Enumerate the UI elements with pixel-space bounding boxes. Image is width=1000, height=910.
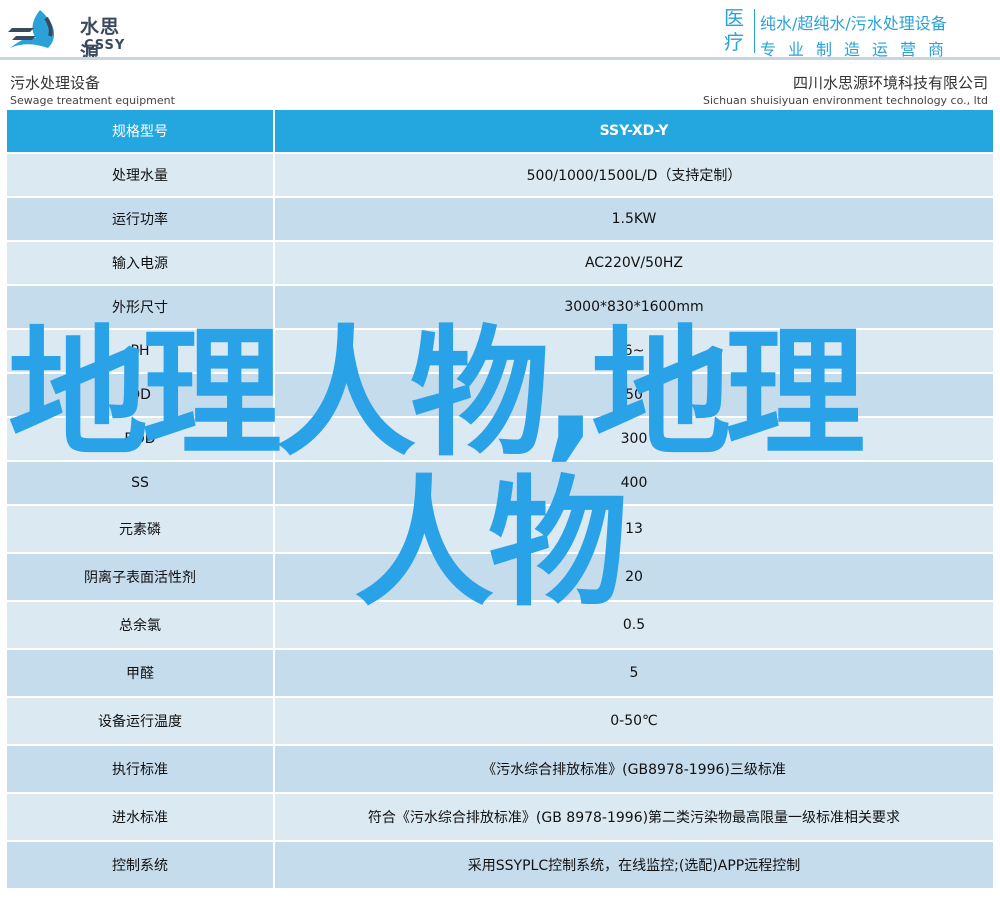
table-row: 阴离子表面活性剂 20 (7, 554, 993, 602)
table-row: 执行标准 《污水综合排放标准》(GB8978-1996)三级标准 (7, 746, 993, 794)
table-row: 进水标准 符合《污水综合排放标准》(GB 8978-1996)第二类污染物最高限量… (7, 794, 993, 842)
spec-label: 运行功率 (7, 198, 275, 242)
table-row: SS 400 (7, 462, 993, 506)
title-bar: 污水处理设备 Sewage treatment equipment 四川水思源环… (0, 60, 1000, 110)
spec-value: AC220V/50HZ (275, 242, 993, 286)
spec-label: 规格型号 (7, 110, 275, 154)
tagline-divider (754, 9, 755, 53)
table-header-row: 规格型号 SSY-XD-Y (7, 110, 993, 154)
spec-value: 符合《污水综合排放标准》(GB 8978-1996)第二类污染物最高限量一级标准… (275, 794, 993, 842)
spec-value: 1.5KW (275, 198, 993, 242)
category-title-cn: 污水处理设备 (10, 74, 101, 92)
spec-value: 13 (275, 506, 993, 554)
company-name-en: Sichuan shuisiyuan environment technolog… (702, 94, 988, 107)
category-title-en: Sewage treatment equipment (10, 94, 175, 107)
spec-value: 《污水综合排放标准》(GB8978-1996)三级标准 (275, 746, 993, 794)
spec-label: SS (7, 462, 275, 506)
table-row: 输入电源 AC220V/50HZ (7, 242, 993, 286)
spec-value: 50 (275, 374, 993, 418)
spec-value: 采用SSYPLC控制系统，在线监控;(选配)APP远程控制 (275, 842, 993, 890)
table-row: 运行功率 1.5KW (7, 198, 993, 242)
table-row: PH 6~ (7, 330, 993, 374)
spec-value: 300 (275, 418, 993, 462)
spec-label: OD (7, 374, 275, 418)
spec-label: 控制系统 (7, 842, 275, 890)
spec-value: 400 (275, 462, 993, 506)
spec-label: BOD (7, 418, 275, 462)
spec-label: 外形尺寸 (7, 286, 275, 330)
spec-value: 500/1000/1500L/D（支持定制） (275, 154, 993, 198)
spec-table: 规格型号 SSY-XD-Y 处理水量 500/1000/1500L/D（支持定制） 运行… (7, 110, 993, 890)
spec-value: 5 (275, 650, 993, 698)
spec-label: 执行标准 (7, 746, 275, 794)
header: 水思源 CSSY 医疗 纯水/超纯水/污水处理设备 专业制造运营商 (0, 0, 1000, 65)
spec-label: 总余氯 (7, 602, 275, 650)
table-row: 处理水量 500/1000/1500L/D（支持定制） (7, 154, 993, 198)
table-row: 元素磷 13 (7, 506, 993, 554)
spec-value: 20 (275, 554, 993, 602)
spec-label: 处理水量 (7, 154, 275, 198)
spec-value: 0.5 (275, 602, 993, 650)
tagline-medical: 医疗 (724, 6, 744, 54)
tagline: 医疗 纯水/超纯水/污水处理设备 专业制造运营商 (724, 6, 998, 59)
spec-label: 进水标准 (7, 794, 275, 842)
spec-label: 阴离子表面活性剂 (7, 554, 275, 602)
brand-logo[interactable]: 水思源 CSSY (6, 6, 136, 65)
spec-value: 3000*830*1600mm (275, 286, 993, 330)
table-row: 控制系统 采用SSYPLC控制系统，在线监控;(选配)APP远程控制 (7, 842, 993, 890)
brand-name-en: CSSY (84, 38, 126, 53)
water-drop-logo-icon (8, 10, 55, 48)
table-row: 甲醛 5 (7, 650, 993, 698)
spec-label: 甲醛 (7, 650, 275, 698)
table-row: BOD 300 (7, 418, 993, 462)
table-row: 外形尺寸 3000*830*1600mm (7, 286, 993, 330)
spec-label: PH (7, 330, 275, 374)
spec-value: 0-50℃ (275, 698, 993, 746)
table-row: OD 50 (7, 374, 993, 418)
spec-label: 输入电源 (7, 242, 275, 286)
table-row: 总余氯 0.5 (7, 602, 993, 650)
company-name-cn: 四川水思源环境科技有限公司 (792, 74, 988, 92)
spec-value: 6~ (275, 330, 993, 374)
tagline-products: 纯水/超纯水/污水处理设备 (760, 14, 947, 33)
spec-label: 设备运行温度 (7, 698, 275, 746)
spec-label: 元素磷 (7, 506, 275, 554)
table-row: 设备运行温度 0-50℃ (7, 698, 993, 746)
spec-value: SSY-XD-Y (275, 110, 993, 154)
